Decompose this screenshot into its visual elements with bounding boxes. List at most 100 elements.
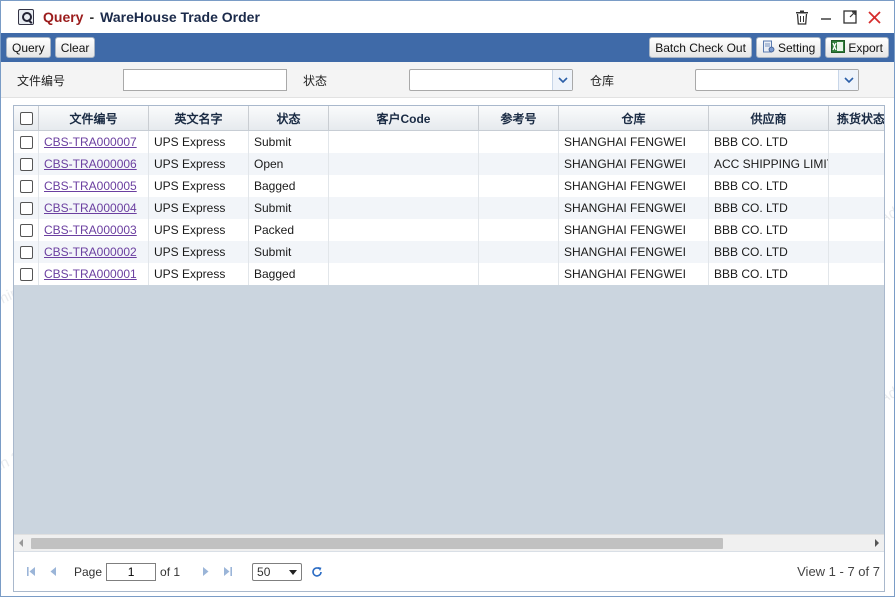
scroll-thumb[interactable] <box>31 538 723 549</box>
table-cell <box>329 175 479 197</box>
row-checkbox[interactable] <box>19 223 33 237</box>
table-cell: CBS-TRA000006 <box>39 153 149 175</box>
page-size-select[interactable]: 50 <box>252 562 303 581</box>
table-row[interactable]: CBS-TRA000001 UPS Express Bagged SHANGHAI F… <box>14 263 884 285</box>
document-number-link[interactable]: CBS-TRA000002 <box>44 245 137 259</box>
close-icon <box>867 10 881 24</box>
column-header[interactable]: 参考号 <box>479 106 559 130</box>
row-checkbox[interactable] <box>19 245 33 259</box>
table-cell: Open <box>249 153 329 175</box>
table-cell <box>479 153 559 175</box>
row-select-cell <box>14 263 39 285</box>
record-count-info: View 1 - 7 of 7 <box>797 564 880 579</box>
table-cell: BBB CO. LTD <box>709 219 829 241</box>
table-cell <box>329 153 479 175</box>
column-header[interactable]: 客户Code <box>329 106 479 130</box>
page-label: Page <box>74 564 103 579</box>
table-row[interactable]: CBS-TRA000007 UPS Express Submit SHANGHAI F… <box>14 131 884 153</box>
clear-button[interactable]: Clear <box>54 37 96 58</box>
maximize-button[interactable] <box>838 5 862 29</box>
first-page-button[interactable] <box>20 561 42 583</box>
maximize-icon <box>843 10 857 24</box>
title-bar: Query - WareHouse Trade Order <box>1 1 894 33</box>
table-row[interactable]: CBS-TRA000006 UPS Express Open SHANGHAI FEN… <box>14 153 884 175</box>
doc-no-input[interactable] <box>123 69 287 91</box>
setting-button[interactable]: Setting <box>755 37 822 58</box>
minimize-icon <box>821 18 831 20</box>
trash-icon <box>796 10 808 25</box>
table-cell <box>829 263 884 285</box>
column-header[interactable]: 文件编号 <box>39 106 149 130</box>
row-checkbox[interactable] <box>19 135 33 149</box>
last-page-button[interactable] <box>216 561 238 583</box>
batch-check-out-button[interactable]: Batch Check Out <box>649 37 752 58</box>
table-cell <box>329 219 479 241</box>
row-select-cell <box>14 131 39 153</box>
document-number-link[interactable]: CBS-TRA000001 <box>44 267 137 281</box>
refresh-button[interactable] <box>306 561 328 583</box>
row-checkbox[interactable] <box>19 267 33 281</box>
row-checkbox[interactable] <box>19 157 33 171</box>
table-cell <box>329 197 479 219</box>
document-number-link[interactable]: CBS-TRA000004 <box>44 201 137 215</box>
document-settings-icon <box>762 40 775 56</box>
minimize-button[interactable] <box>814 5 838 29</box>
table-cell: CBS-TRA000002 <box>39 241 149 263</box>
table-row[interactable]: CBS-TRA000005 UPS Express Bagged SHANGHAI F… <box>14 175 884 197</box>
warehouse-select[interactable] <box>695 69 859 91</box>
chevron-down-icon <box>552 70 572 90</box>
column-header[interactable]: 状态 <box>249 106 329 130</box>
table-cell: CBS-TRA000005 <box>39 175 149 197</box>
table-cell <box>329 241 479 263</box>
select-all-checkbox[interactable] <box>19 111 33 125</box>
table-cell: UPS Express <box>149 131 249 153</box>
window-controls <box>790 5 886 29</box>
next-page-button[interactable] <box>194 561 216 583</box>
column-header[interactable]: 英文名字 <box>149 106 249 130</box>
table-cell: UPS Express <box>149 153 249 175</box>
table-cell: BBB CO. LTD <box>709 197 829 219</box>
last-page-icon <box>223 567 232 576</box>
status-label: 状态 <box>303 74 328 88</box>
table-row[interactable]: CBS-TRA000004 UPS Express Submit SHANGHAI F… <box>14 197 884 219</box>
table-cell: BBB CO. LTD <box>709 175 829 197</box>
scroll-left-icon[interactable] <box>19 539 23 547</box>
export-button[interactable]: Export <box>825 37 889 58</box>
row-checkbox[interactable] <box>19 201 33 215</box>
page-size-value: 50 <box>257 564 271 579</box>
first-page-icon <box>26 567 35 576</box>
row-select-cell <box>14 175 39 197</box>
table-cell <box>479 175 559 197</box>
excel-icon <box>831 39 846 56</box>
close-button[interactable] <box>862 5 886 29</box>
table-cell: SHANGHAI FENGWEI <box>559 153 709 175</box>
table-cell: Submit <box>249 241 329 263</box>
row-select-cell <box>14 219 39 241</box>
document-number-link[interactable]: CBS-TRA000006 <box>44 157 137 171</box>
page-input[interactable] <box>106 562 157 581</box>
document-number-link[interactable]: CBS-TRA000003 <box>44 223 137 237</box>
horizontal-scrollbar[interactable] <box>14 534 884 551</box>
table-cell: Bagged <box>249 175 329 197</box>
grid-body: CBS-TRA000007 UPS Express Submit SHANGHAI F… <box>14 131 884 285</box>
query-button[interactable]: Query <box>6 37 51 58</box>
column-header[interactable]: 供应商 <box>709 106 829 130</box>
table-cell: CBS-TRA000003 <box>39 219 149 241</box>
column-header[interactable]: 仓库 <box>559 106 709 130</box>
table-cell: UPS Express <box>149 241 249 263</box>
previous-page-icon <box>50 567 56 576</box>
table-cell: Submit <box>249 197 329 219</box>
table-cell: SHANGHAI FENGWEI <box>559 197 709 219</box>
scroll-right-icon[interactable] <box>875 539 879 547</box>
document-number-link[interactable]: CBS-TRA000005 <box>44 179 137 193</box>
table-row[interactable]: CBS-TRA000002 UPS Express Submit SHANGHAI F… <box>14 241 884 263</box>
row-checkbox[interactable] <box>19 179 33 193</box>
table-cell <box>479 219 559 241</box>
status-select[interactable] <box>409 69 573 91</box>
previous-page-button[interactable] <box>42 561 64 583</box>
table-row[interactable]: CBS-TRA000003 UPS Express Packed SHANGHAI F… <box>14 219 884 241</box>
delete-button[interactable] <box>790 5 814 29</box>
table-cell <box>829 175 884 197</box>
document-number-link[interactable]: CBS-TRA000007 <box>44 135 137 149</box>
column-header[interactable]: 拣货状态 <box>829 106 884 130</box>
